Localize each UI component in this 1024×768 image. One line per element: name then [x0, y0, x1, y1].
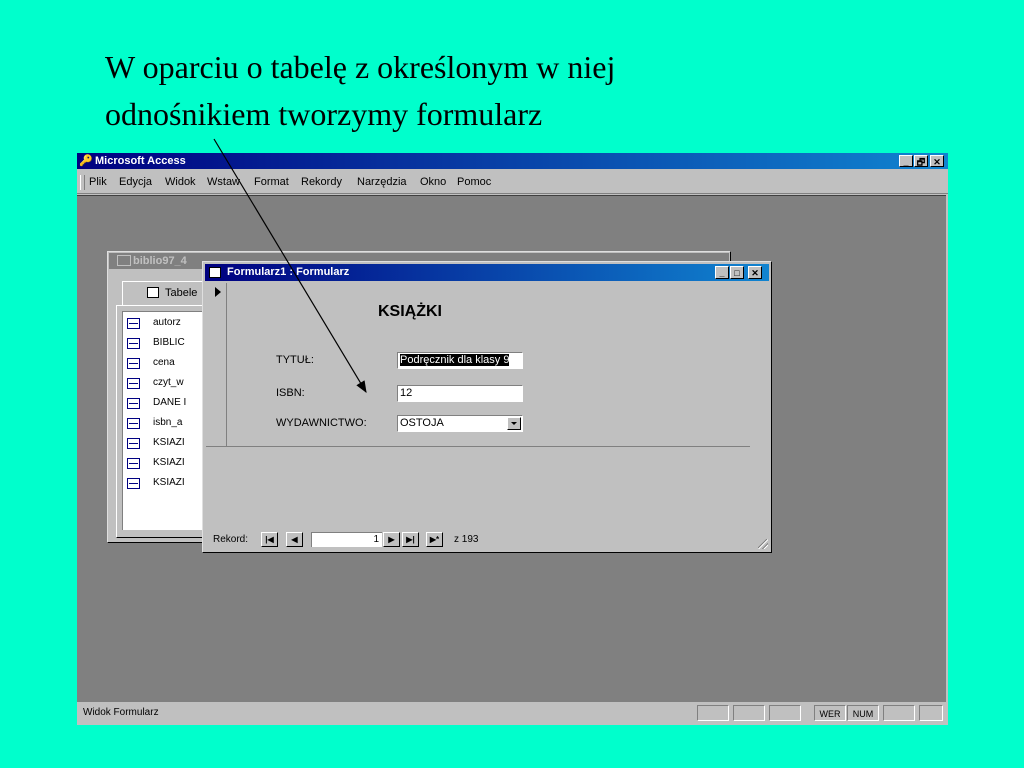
wydawnictwo-value: OSTOJA: [400, 417, 444, 429]
status-bar: Widok Formularz WER NUM: [77, 703, 948, 723]
menu-rekordy[interactable]: Rekordy: [301, 172, 342, 193]
previous-record-button[interactable]: ◀: [286, 532, 303, 547]
record-count: z 193: [454, 534, 479, 545]
form-body: KSIĄŻKI TYTUŁ: Podręcznik dla klasy 9 IS…: [206, 283, 768, 527]
status-pane: [883, 705, 915, 721]
menu-grip[interactable]: [80, 175, 85, 190]
tytul-field[interactable]: Podręcznik dla klasy 9: [397, 352, 523, 369]
status-pane: [769, 705, 801, 721]
menu-bar: Plik Edycja Widok Wstaw Format Rekordy N…: [77, 172, 948, 194]
table-icon: [127, 357, 140, 369]
tytul-value: Podręcznik dla klasy 9: [400, 354, 510, 366]
list-item[interactable]: cena: [127, 354, 175, 372]
menu-wstaw[interactable]: Wstaw: [207, 172, 240, 193]
status-pane: [733, 705, 765, 721]
list-item[interactable]: KSIAZI: [127, 434, 185, 452]
record-selector[interactable]: [206, 283, 227, 446]
table-icon: [127, 417, 140, 429]
table-icon: [127, 337, 140, 349]
form-window: Formularz1 : Formularz _ □ ✕ KSIĄŻKI TYT…: [202, 261, 772, 553]
restore-button[interactable]: 🗗: [914, 155, 928, 167]
status-pane: [919, 705, 943, 721]
last-record-button[interactable]: ▶|: [402, 532, 419, 547]
form-icon: [209, 267, 221, 278]
list-item[interactable]: BIBLIC: [127, 334, 185, 352]
list-item[interactable]: KSIAZI: [127, 474, 185, 492]
table-icon: [127, 437, 140, 449]
list-item[interactable]: isbn_a: [127, 414, 182, 432]
title-bar[interactable]: 🔑 Microsoft Access _ 🗗 ✕: [77, 153, 948, 169]
new-record-button[interactable]: ▶*: [426, 532, 443, 547]
isbn-field[interactable]: 12: [397, 385, 523, 402]
slide-title-line-2: odnośnikiem tworzymy formularz: [105, 96, 543, 132]
status-pane: [697, 705, 729, 721]
form-title: Formularz1 : Formularz: [227, 266, 350, 278]
list-item[interactable]: czyt_w: [127, 374, 184, 392]
database-icon: [117, 255, 131, 266]
form-close-button[interactable]: ✕: [748, 266, 762, 279]
status-indicator-wer: WER: [814, 705, 846, 721]
record-navigation: Rekord: |◀ ◀ 1 ▶ ▶| ▶* z 193: [206, 531, 768, 548]
chevron-down-icon[interactable]: [507, 417, 521, 430]
list-item[interactable]: KSIAZI: [127, 454, 185, 472]
list-item[interactable]: autorz: [127, 314, 181, 332]
menu-format[interactable]: Format: [254, 172, 289, 193]
app-title: Microsoft Access: [95, 155, 186, 167]
current-record-arrow-icon: [215, 287, 221, 297]
slide-title-line-1: W oparciu o tabelę z określonym w niej: [105, 49, 616, 85]
list-item[interactable]: DANE I: [127, 394, 186, 412]
database-title: biblio97_4: [133, 255, 187, 267]
tab-tabele-label: Tabele: [165, 287, 198, 299]
menu-widok[interactable]: Widok: [165, 172, 196, 193]
status-indicator-num: NUM: [847, 705, 879, 721]
resize-grip-icon[interactable]: [758, 539, 768, 549]
menu-okno[interactable]: Okno: [420, 172, 446, 193]
form-maximize-button[interactable]: □: [730, 266, 744, 279]
minimize-button[interactable]: _: [899, 155, 913, 167]
record-label: Rekord:: [213, 534, 249, 545]
close-button[interactable]: ✕: [930, 155, 944, 167]
menu-plik[interactable]: Plik: [89, 172, 107, 193]
next-record-button[interactable]: ▶: [383, 532, 400, 547]
table-icon: [127, 397, 140, 409]
tables-list: autorz BIBLIC cena czyt_w DANE I isbn_a …: [122, 311, 206, 530]
table-icon: [127, 317, 140, 329]
wydawnictwo-label: WYDAWNICTWO:: [276, 417, 367, 429]
slide-title: W oparciu o tabelę z określonym w niej o…: [105, 44, 615, 138]
status-text: Widok Formularz: [83, 707, 159, 718]
form-section-divider: [206, 446, 750, 447]
access-key-icon: 🔑: [79, 155, 93, 167]
table-icon: [147, 287, 159, 298]
wydawnictwo-combobox[interactable]: OSTOJA: [397, 415, 523, 432]
form-minimize-button[interactable]: _: [715, 266, 729, 279]
menu-pomoc[interactable]: Pomoc: [457, 172, 491, 193]
menu-edycja[interactable]: Edycja: [119, 172, 152, 193]
form-heading: KSIĄŻKI: [378, 303, 442, 320]
form-title-bar[interactable]: Formularz1 : Formularz _ □ ✕: [205, 264, 769, 281]
table-icon: [127, 477, 140, 489]
record-number-input[interactable]: 1: [311, 532, 382, 547]
table-icon: [127, 457, 140, 469]
isbn-label: ISBN:: [276, 387, 305, 399]
menu-narzedzia[interactable]: Narzędzia: [357, 172, 407, 193]
table-icon: [127, 377, 140, 389]
first-record-button[interactable]: |◀: [261, 532, 278, 547]
tytul-label: TYTUŁ:: [276, 354, 314, 366]
